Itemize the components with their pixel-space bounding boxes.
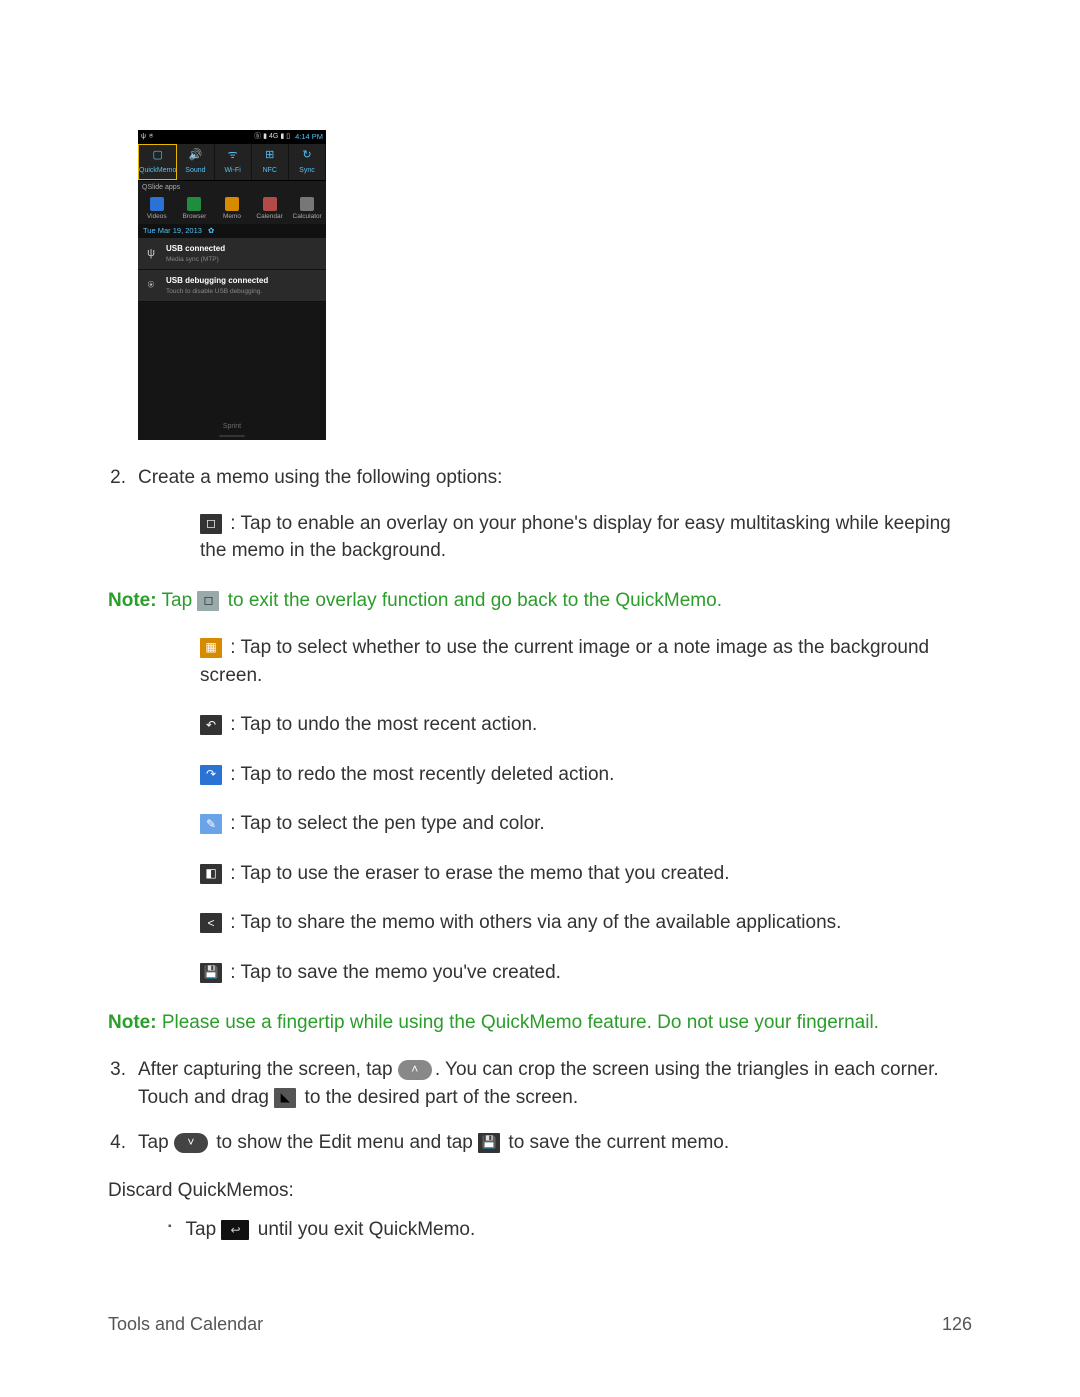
save-icon: 💾 [200, 963, 222, 983]
undo-icon: ↶ [200, 715, 222, 735]
option-share: < : Tap to share the memo with others vi… [200, 909, 972, 937]
option-text: : Tap to select the pen type and color. [230, 813, 544, 834]
discard-bullet: Tap ↩ until you exit QuickMemo. [168, 1216, 972, 1244]
option-text: : Tap to use the eraser to erase the mem… [230, 863, 729, 884]
option-eraser: ◧ : Tap to use the eraser to erase the m… [200, 860, 972, 888]
status-bar: ψ⍟ ⓑ▮4G▮▯4:14 PM [138, 130, 326, 144]
step-text: Create a memo using the following option… [138, 464, 972, 492]
step-number: 4. [108, 1129, 138, 1157]
step-3: 3. After capturing the screen, tap ˄. Yo… [108, 1056, 972, 1111]
step-text: Tap ˅ to show the Edit menu and tap 💾 to… [138, 1129, 972, 1157]
toggle-sync: ↻Sync [289, 144, 326, 180]
quick-toggles: ▢QuickMemo 🔊Sound ᯤWi-Fi ⊞NFC ↻Sync [138, 144, 326, 181]
toggle-quickmemo: ▢QuickMemo [138, 144, 177, 180]
note-label: Note: [108, 1012, 157, 1033]
step-text: After capturing the screen, tap ˄. You c… [138, 1056, 972, 1111]
discard-heading: Discard QuickMemos: [108, 1177, 972, 1205]
option-text: : Tap to save the memo you've created. [230, 962, 561, 983]
toggle-wifi: ᯤWi-Fi [215, 144, 252, 180]
option-text: : Tap to select whether to use the curre… [200, 637, 929, 686]
notif-usb: ψ USB connectedMedia sync (MTP) [138, 238, 326, 270]
overlay-icon: ◻ [200, 514, 222, 534]
footer-section: Tools and Calendar [108, 1311, 263, 1337]
qslide-label: QSlide apps [138, 181, 326, 195]
dim-homescreen: Sprint [138, 302, 326, 440]
note-2: Note: Please use a fingertip while using… [108, 1009, 972, 1037]
background-icon: ▦ [200, 638, 222, 658]
chevron-down-icon: ˅ [174, 1133, 208, 1153]
phone-screenshot: ψ⍟ ⓑ▮4G▮▯4:14 PM ▢QuickMemo 🔊Sound ᯤWi-F… [138, 130, 326, 440]
qslide-apps: Videos Browser Memo Calendar Calculator [138, 195, 326, 223]
option-background: ▦ : Tap to select whether to use the cur… [200, 634, 972, 689]
share-icon: < [200, 913, 222, 933]
options-list-2: ▦ : Tap to select whether to use the cur… [200, 634, 972, 986]
options-list: ◻ : Tap to enable an overlay on your pho… [200, 510, 972, 565]
step-2: 2. Create a memo using the following opt… [108, 464, 972, 492]
option-text: : Tap to redo the most recently deleted … [230, 764, 614, 785]
date-bar: Tue Mar 19, 2013✿ [138, 224, 326, 239]
chevron-up-icon: ˄ [398, 1060, 432, 1080]
step-4: 4. Tap ˅ to show the Edit menu and tap 💾… [108, 1129, 972, 1157]
step-number: 3. [108, 1056, 138, 1111]
option-undo: ↶ : Tap to undo the most recent action. [200, 711, 972, 739]
option-pen: ✎ : Tap to select the pen type and color… [200, 810, 972, 838]
option-text: : Tap to share the memo with others via … [230, 912, 841, 933]
redo-icon: ↷ [200, 765, 222, 785]
option-redo: ↷ : Tap to redo the most recently delete… [200, 761, 972, 789]
note-1: Note: Tap ◻ to exit the overlay function… [108, 587, 972, 615]
step-number: 2. [108, 464, 138, 492]
back-key-icon: ↩ [221, 1220, 249, 1240]
eraser-icon: ◧ [200, 864, 222, 884]
option-overlay: ◻ : Tap to enable an overlay on your pho… [200, 510, 972, 565]
save-icon: 💾 [478, 1133, 500, 1153]
toggle-nfc: ⊞NFC [252, 144, 289, 180]
option-save: 💾 : Tap to save the memo you've created. [200, 959, 972, 987]
option-text: : Tap to undo the most recent action. [230, 714, 537, 735]
pen-icon: ✎ [200, 814, 222, 834]
crop-handle-icon: ◣ [274, 1088, 296, 1108]
page-number: 126 [942, 1311, 972, 1337]
overlay-exit-icon: ◻ [197, 591, 219, 611]
page-footer: Tools and Calendar 126 [108, 1311, 972, 1337]
notif-usb-debug: ⍟ USB debugging connectedTouch to disabl… [138, 270, 326, 302]
note-label: Note: [108, 590, 157, 611]
option-text: : Tap to enable an overlay on your phone… [200, 513, 951, 562]
toggle-sound: 🔊Sound [177, 144, 214, 180]
